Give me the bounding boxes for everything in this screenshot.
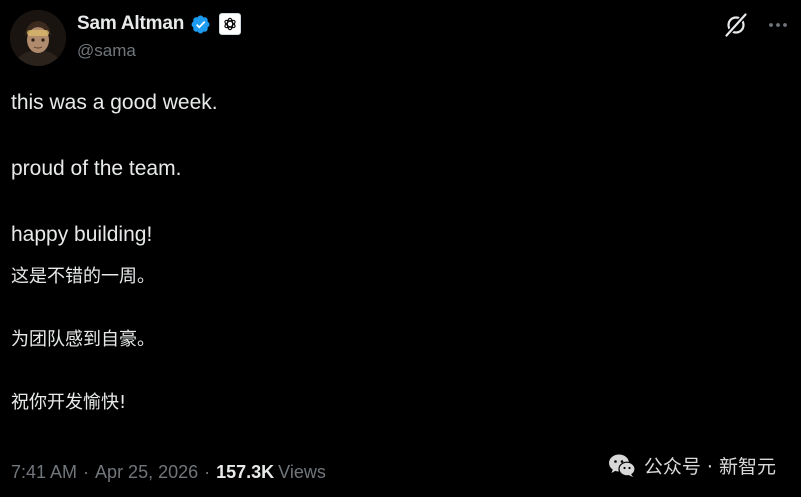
- meta-separator: ·: [83, 462, 90, 482]
- more-icon[interactable]: [765, 12, 791, 38]
- tweet-time[interactable]: 7:41 AM: [11, 462, 77, 483]
- tweet-text: this was a good week. proud of the team.…: [11, 90, 771, 248]
- translation-line: 这是不错的一周。: [11, 266, 155, 287]
- translation-line: 为团队感到自豪。: [11, 329, 155, 350]
- tweet-line: this was a good week.: [11, 91, 218, 114]
- avatar-image: [10, 10, 66, 66]
- translation-line: 祝你开发愉快!: [11, 392, 127, 413]
- author-name-row: Sam Altman: [77, 12, 242, 36]
- watermark: 公众号 · 新智元: [608, 452, 776, 479]
- watermark-text: 公众号 · 新智元: [643, 456, 776, 478]
- meta-separator: ·: [204, 462, 211, 482]
- handle[interactable]: @sama: [77, 41, 136, 61]
- display-name[interactable]: Sam Altman: [77, 13, 184, 35]
- wechat-icon: [608, 453, 636, 479]
- tweet-line: proud of the team.: [11, 157, 182, 180]
- verified-badge-icon[interactable]: [190, 14, 211, 35]
- openai-logo-icon[interactable]: [219, 13, 242, 35]
- avatar[interactable]: [10, 10, 66, 66]
- views-label: Views: [278, 462, 326, 482]
- tweet-actions-top: [723, 12, 791, 38]
- tweet-meta: 7:41 AM · Apr 25, 2026 · 157.3K Views: [11, 462, 326, 483]
- grok-icon[interactable]: [723, 12, 749, 38]
- tweet-card: Sam Altman @sama this was a good week. p…: [0, 0, 801, 497]
- tweet-translation: 这是不错的一周。 为团队感到自豪。 祝你开发愉快!: [11, 265, 771, 415]
- tweet-line: happy building!: [11, 223, 153, 246]
- views-count: 157.3K: [216, 462, 275, 482]
- tweet-date[interactable]: Apr 25, 2026: [95, 462, 198, 483]
